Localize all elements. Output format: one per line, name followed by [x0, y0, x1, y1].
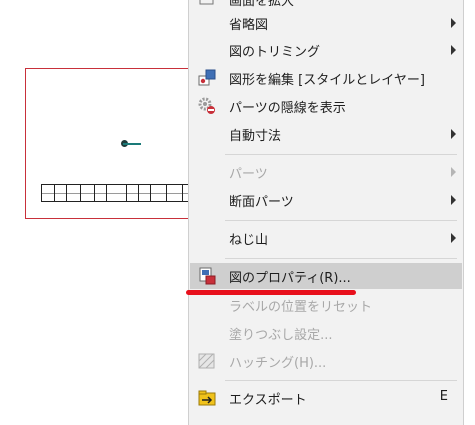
drawing-view-strip[interactable] — [41, 184, 189, 202]
strip-tick — [106, 185, 107, 201]
menu-item-label: ハッチング(H)... — [229, 356, 327, 371]
strip-tick — [126, 185, 127, 201]
menu-item-auto-dimension[interactable]: 自動寸法 — [190, 121, 462, 147]
menu-item-fill-settings: 塗りつぶし設定... — [190, 320, 462, 346]
menu-item-label: 断面パーツ — [229, 195, 294, 210]
menu-item-label: 図のトリミング — [229, 45, 321, 60]
menu-item-label: 塗りつぶし設定... — [229, 328, 333, 343]
hidden-lines-gear-icon — [197, 96, 217, 116]
menu-separator — [225, 154, 457, 155]
submenu-arrow-icon — [451, 129, 456, 139]
strip-tick — [94, 185, 95, 201]
strip-tick — [182, 185, 183, 201]
edit-shape-icon — [197, 68, 217, 88]
annotation-underline — [186, 290, 356, 295]
menu-item-label: ねじ山 — [229, 233, 269, 248]
menu-item-parts: パーツ — [190, 159, 462, 185]
export-folder-icon — [197, 388, 217, 408]
menu-item-shortcut: E — [439, 389, 448, 404]
strip-tick — [150, 185, 151, 201]
menu-item-export[interactable]: エクスポート E — [190, 385, 462, 411]
hatching-icon — [197, 351, 217, 371]
submenu-arrow-icon — [451, 195, 456, 205]
menu-separator — [225, 220, 457, 221]
menu-item-label: 省略図 — [229, 18, 269, 33]
menu-item-label: 図のプロパティ(R)... — [229, 271, 351, 286]
menu-item-crop-view[interactable]: 図のトリミング — [190, 37, 462, 63]
drawing-properties-icon — [197, 266, 217, 286]
menu-item-threads[interactable]: ねじ山 — [190, 225, 462, 251]
submenu-arrow-icon — [451, 233, 456, 243]
context-menu: 画面を拡大 省略図 図のトリミング 図形を編集 [スタイルとレイヤー] パーツの… — [188, 0, 464, 425]
strip-tick — [138, 185, 139, 201]
menu-item-break-view[interactable]: 省略図 — [190, 10, 462, 36]
menu-item-label: エクスポート — [229, 393, 307, 408]
menu-item-show-hidden-lines[interactable]: パーツの隠線を表示 — [190, 93, 462, 119]
menu-item-reset-label-position: ラベルの位置をリセット — [190, 292, 462, 318]
strip-tick — [80, 185, 81, 201]
strip-tick — [166, 185, 167, 201]
menu-item-label: 自動寸法 — [229, 129, 282, 144]
menu-item-label: 画面を拡大 — [229, 0, 295, 9]
menu-item-label: ラベルの位置をリセット — [229, 300, 373, 315]
menu-item-hatching: ハッチング(H)... — [190, 348, 462, 374]
submenu-arrow-icon — [451, 45, 456, 55]
strip-tick — [54, 185, 55, 201]
menu-item-label: パーツ — [229, 167, 268, 182]
menu-item-label: 図形を編集 [スタイルとレイヤー] — [229, 73, 425, 88]
menu-separator — [225, 380, 457, 381]
strip-tick — [66, 185, 67, 201]
menu-item-label: パーツの隠線を表示 — [229, 101, 346, 116]
menu-item-drawing-properties[interactable]: 図のプロパティ(R)... — [190, 263, 462, 289]
menu-separator — [225, 258, 457, 259]
dimension-leader[interactable] — [123, 143, 141, 145]
menu-item-edit-shape[interactable]: 図形を編集 [スタイルとレイヤー] — [190, 65, 462, 91]
menu-item-section-parts[interactable]: 断面パーツ — [190, 187, 462, 213]
view-icon — [197, 0, 217, 9]
submenu-arrow-icon — [451, 18, 456, 28]
submenu-arrow-icon — [451, 167, 456, 177]
